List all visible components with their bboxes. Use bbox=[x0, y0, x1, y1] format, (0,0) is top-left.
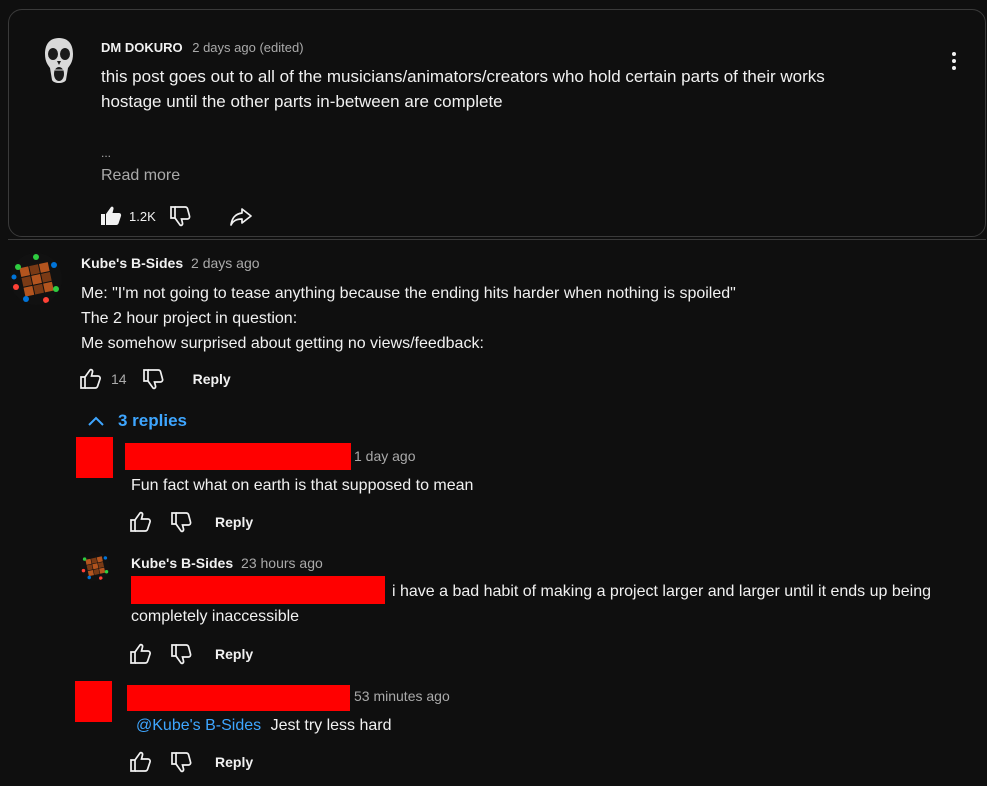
reply-author[interactable]: Kube's B-Sides bbox=[131, 555, 233, 571]
redacted-avatar bbox=[75, 681, 112, 722]
read-more-link[interactable]: Read more bbox=[101, 167, 180, 185]
reply-timestamp[interactable]: 1 day ago bbox=[354, 448, 416, 464]
redacted-username bbox=[125, 443, 351, 470]
dislike-icon[interactable] bbox=[169, 642, 193, 666]
post-body-line: hostage until the other parts in-between… bbox=[101, 92, 503, 111]
reply-text-body: Jest try less hard bbox=[270, 717, 392, 734]
like-icon[interactable] bbox=[129, 750, 153, 774]
reply-actions: Reply bbox=[129, 641, 253, 667]
section-divider bbox=[8, 239, 986, 240]
reply-timestamp[interactable]: 23 hours ago bbox=[241, 555, 323, 571]
comment-line: The 2 hour project in question: bbox=[81, 310, 298, 327]
reply-actions: Reply bbox=[129, 509, 253, 535]
commenter-avatar[interactable] bbox=[10, 253, 62, 305]
share-icon[interactable] bbox=[228, 204, 254, 228]
like-count: 14 bbox=[111, 371, 127, 387]
commenter-avatar[interactable] bbox=[80, 551, 110, 581]
reply-text: @Kube's B-Sides Jest try less hard bbox=[136, 713, 392, 738]
chevron-up-icon bbox=[88, 416, 104, 426]
comment-author[interactable]: Kube's B-Sides bbox=[81, 255, 183, 271]
like-count: 1.2K bbox=[129, 208, 156, 224]
dislike-icon[interactable] bbox=[141, 367, 165, 391]
reply-button[interactable]: Reply bbox=[215, 754, 253, 770]
reply-header: 1 day ago bbox=[354, 448, 416, 464]
reply-button[interactable]: Reply bbox=[215, 514, 253, 530]
post-author[interactable]: DM DOKURO bbox=[101, 40, 183, 55]
reply-text: Fun fact what on earth is that supposed … bbox=[131, 477, 474, 494]
dislike-icon[interactable] bbox=[169, 750, 193, 774]
comment-header: Kube's B-Sides 2 days ago bbox=[81, 255, 260, 271]
reply-text: i have a bad habit of making a project l… bbox=[392, 583, 932, 600]
reply-header: Kube's B-Sides 23 hours ago bbox=[131, 555, 323, 571]
replies-toggle-label: 3 replies bbox=[118, 411, 187, 430]
comment-line: Me: "I'm not going to tease anything bec… bbox=[81, 285, 736, 302]
post-body-line: this post goes out to all of the musicia… bbox=[101, 67, 825, 86]
more-options-icon[interactable] bbox=[944, 50, 964, 72]
redacted-mention bbox=[131, 576, 385, 604]
like-icon[interactable] bbox=[79, 367, 103, 391]
replies-toggle-button[interactable]: 3 replies bbox=[86, 411, 187, 431]
post-ellipsis: ... bbox=[101, 146, 112, 160]
dislike-icon[interactable] bbox=[169, 510, 193, 534]
dislike-icon[interactable] bbox=[168, 204, 192, 228]
like-icon[interactable] bbox=[129, 510, 153, 534]
community-post: DM DOKURO 2 days ago (edited) this post … bbox=[8, 9, 986, 237]
redacted-avatar bbox=[76, 437, 113, 478]
comment-actions: 14 Reply bbox=[79, 366, 231, 392]
reply-button[interactable]: Reply bbox=[193, 371, 231, 387]
post-header: DM DOKURO 2 days ago (edited) bbox=[101, 40, 304, 55]
comment-text: Me: "I'm not going to tease anything bec… bbox=[81, 281, 961, 356]
like-filled-icon[interactable] bbox=[99, 204, 123, 228]
mention-link[interactable]: @Kube's B-Sides bbox=[136, 717, 261, 734]
channel-avatar-skull-icon[interactable] bbox=[43, 37, 75, 85]
post-body: this post goes out to all of the musicia… bbox=[101, 64, 931, 114]
post-actions: 1.2K bbox=[99, 204, 254, 228]
reply-button[interactable]: Reply bbox=[215, 646, 253, 662]
reply-actions: Reply bbox=[129, 749, 253, 775]
like-icon[interactable] bbox=[129, 642, 153, 666]
post-timestamp[interactable]: 2 days ago (edited) bbox=[192, 40, 303, 55]
comment-line: Me somehow surprised about getting no vi… bbox=[81, 335, 484, 352]
reply-text: completely inaccessible bbox=[131, 608, 300, 625]
comment-timestamp[interactable]: 2 days ago bbox=[191, 255, 260, 271]
redacted-username bbox=[127, 685, 350, 711]
reply-timestamp[interactable]: 53 minutes ago bbox=[354, 688, 450, 704]
reply-header: 53 minutes ago bbox=[354, 688, 450, 704]
